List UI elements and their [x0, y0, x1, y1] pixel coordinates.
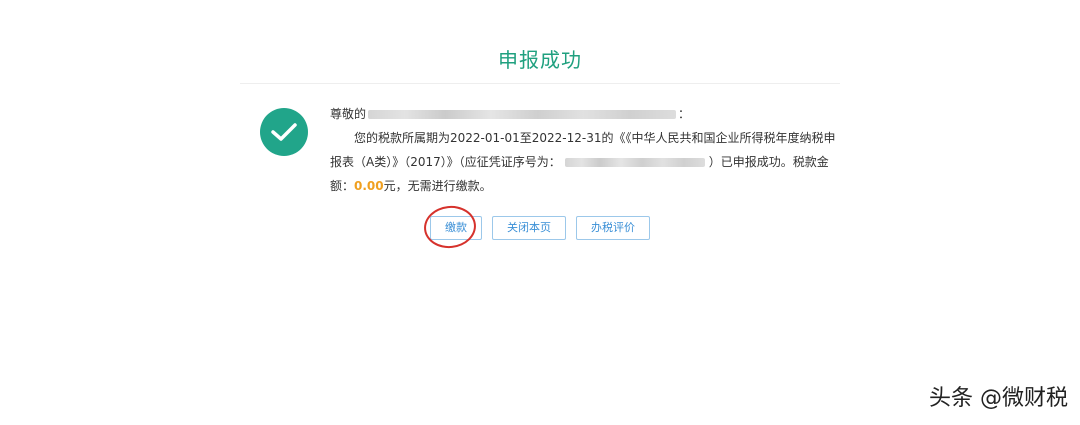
evaluate-button[interactable]: 办税评价: [576, 216, 650, 240]
title-divider: [240, 83, 840, 84]
tax-amount: 0.00: [354, 179, 384, 193]
action-buttons: 缴款 关闭本页 办税评价: [0, 203, 1080, 251]
pay-wrapper: 缴款: [421, 203, 482, 251]
result-body: 您的税款所属期为2022-01-01至2022-12-31的《《中华人民共和国企…: [330, 126, 838, 198]
redacted-taxpayer-name: [368, 110, 677, 119]
greeting-prefix: 尊敬的: [330, 107, 367, 121]
greeting-line: 尊敬的 ：: [330, 102, 838, 126]
check-icon: [271, 123, 297, 141]
body-part3: 元，无需进行缴款。: [383, 179, 492, 193]
result-message: 尊敬的 ： 您的税款所属期为2022-01-01至2022-12-31的《《中华人…: [330, 102, 838, 198]
close-page-button[interactable]: 关闭本页: [492, 216, 566, 240]
watermark: 头条 @微财税: [929, 386, 1068, 411]
page-title: 申报成功: [498, 48, 582, 72]
pay-button[interactable]: 缴款: [430, 216, 482, 240]
greeting-suffix: ：: [678, 107, 691, 121]
success-badge: [260, 108, 308, 156]
redacted-voucher-number: [564, 158, 705, 167]
